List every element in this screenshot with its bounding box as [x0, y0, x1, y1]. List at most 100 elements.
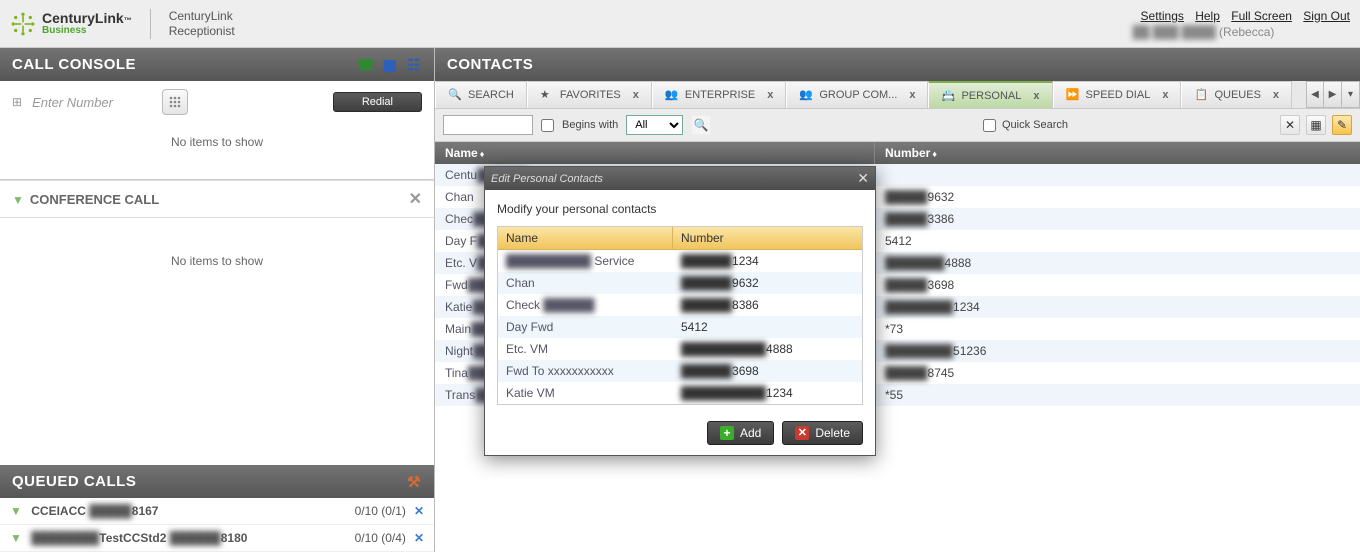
- queues-icon: 📋: [1194, 88, 1208, 102]
- modal-row[interactable]: Fwd To xxxxxxxxxxx██████3698: [498, 360, 862, 382]
- modal-table: Name Number ██████████ Service██████1234…: [497, 226, 863, 405]
- queue-row[interactable]: ▼ ████████TestCCStd2 ██████8180 0/10 (0/…: [0, 525, 434, 552]
- modal-row[interactable]: Check ████████████8386: [498, 294, 862, 316]
- call-console-title: CALL CONSOLE: [12, 56, 136, 73]
- tab-enterprise[interactable]: 👥ENTERPRISEx: [652, 81, 786, 108]
- chevron-down-icon: ▼: [10, 504, 22, 518]
- favorites-icon: ★: [540, 88, 554, 102]
- modal-col-name[interactable]: Name: [498, 227, 673, 249]
- speeddial-icon: ⏩: [1066, 88, 1080, 102]
- modal-row[interactable]: Katie VM██████████1234: [498, 382, 862, 404]
- table-icon[interactable]: ▦: [1306, 115, 1326, 135]
- conference-close-icon[interactable]: ✕: [409, 189, 422, 209]
- filter-bar: Begins with All 🔍 Quick Search ✕ ▦ ✎: [435, 109, 1360, 142]
- queued-calls-body: ▼ CCEIACC █████8167 0/10 (0/1)✕ ▼ ██████…: [0, 498, 434, 552]
- quick-search-checkbox[interactable]: [983, 119, 996, 132]
- queue-row[interactable]: ▼ CCEIACC █████8167 0/10 (0/1)✕: [0, 498, 434, 525]
- modal-title: Edit Personal Contacts: [491, 173, 603, 185]
- queued-calls-title: QUEUED CALLS: [12, 473, 136, 490]
- delete-button[interactable]: ✕Delete: [782, 421, 863, 445]
- tab-scroll-right[interactable]: ▶: [1324, 81, 1342, 108]
- tab-menu[interactable]: ▾: [1342, 81, 1360, 108]
- tab-scroll-left[interactable]: ◀: [1306, 81, 1324, 108]
- col-number[interactable]: Number♦: [875, 142, 1360, 164]
- call-console-header: CALL CONSOLE ☎ ▦ ☷: [0, 48, 434, 81]
- chevron-down-icon: ▼: [12, 193, 24, 207]
- begins-with-checkbox[interactable]: [541, 119, 554, 132]
- brand-name: CenturyLink: [42, 10, 124, 26]
- modal-row[interactable]: Day Fwd5412: [498, 316, 862, 338]
- queue-close-icon[interactable]: ✕: [414, 531, 424, 545]
- clear-icon[interactable]: ✕: [1280, 115, 1300, 135]
- modal-row[interactable]: Etc. VM██████████4888: [498, 338, 862, 360]
- conference-title: CONFERENCE CALL: [30, 192, 159, 207]
- tab-favorites[interactable]: ★FAVORITESx: [527, 81, 652, 108]
- close-icon[interactable]: x: [909, 89, 915, 101]
- queue-counts: 0/10 (0/4): [355, 531, 406, 545]
- contacts-title: CONTACTS: [447, 56, 533, 73]
- enterprise-icon: 👥: [665, 88, 679, 102]
- col-name[interactable]: Name♦: [435, 142, 875, 164]
- tab-personal[interactable]: 📇PERSONALx: [928, 81, 1052, 108]
- conference-body: No items to show: [0, 218, 434, 343]
- tab-search[interactable]: 🔍SEARCH: [435, 81, 527, 108]
- contacts-header: CONTACTS: [435, 48, 1360, 81]
- top-right: Settings Help Full Screen Sign Out ██ ██…: [1133, 9, 1350, 39]
- top-bar: CenturyLink™ Business CenturyLink Recept…: [0, 0, 1360, 48]
- conference-header[interactable]: ▼ CONFERENCE CALL ✕: [0, 180, 434, 218]
- modal-close-icon[interactable]: ✕: [857, 170, 869, 187]
- queue-settings-icon[interactable]: ⚒: [406, 474, 422, 490]
- dialpad-icon[interactable]: [162, 89, 188, 115]
- modal-message: Modify your personal contacts: [497, 202, 863, 216]
- edit-icon[interactable]: ✎: [1332, 115, 1352, 135]
- close-icon[interactable]: x: [767, 89, 773, 101]
- filter-field-select[interactable]: All: [626, 115, 683, 135]
- close-icon[interactable]: x: [633, 89, 639, 101]
- modal-col-number[interactable]: Number: [673, 227, 862, 249]
- call-console-empty: No items to show: [12, 115, 422, 173]
- tab-groupcom[interactable]: 👥GROUP COM...x: [786, 81, 928, 108]
- phone-status-icon[interactable]: ☎: [358, 57, 374, 73]
- brand-divider: [150, 9, 151, 39]
- queued-calls-header: QUEUED CALLS ⚒: [0, 465, 434, 498]
- modal-row[interactable]: ██████████ Service██████1234: [498, 250, 862, 272]
- redial-button[interactable]: Redial: [333, 92, 422, 112]
- link-settings[interactable]: Settings: [1141, 9, 1184, 23]
- quick-search-label: Quick Search: [1002, 119, 1068, 131]
- plus-icon: +: [720, 426, 734, 440]
- link-help[interactable]: Help: [1195, 9, 1220, 23]
- user-line: ██ ███ ████ (Rebecca): [1133, 25, 1350, 39]
- edit-personal-contacts-modal: Edit Personal Contacts ✕ Modify your per…: [484, 166, 876, 456]
- call-console-body: ⊞ Enter Number Redial No items to show: [0, 81, 434, 180]
- chevron-down-icon: ▼: [10, 531, 22, 545]
- modal-titlebar[interactable]: Edit Personal Contacts ✕: [485, 167, 875, 190]
- close-icon[interactable]: x: [1162, 89, 1168, 101]
- modal-row[interactable]: Chan██████9632: [498, 272, 862, 294]
- branding: CenturyLink™ Business CenturyLink Recept…: [10, 9, 235, 39]
- add-button[interactable]: +Add: [707, 421, 774, 445]
- search-button[interactable]: 🔍: [691, 115, 711, 135]
- tab-nav: ◀ ▶ ▾: [1306, 81, 1360, 108]
- enter-number-field[interactable]: Enter Number: [32, 95, 152, 110]
- grid-header: Name♦ Number♦: [435, 142, 1360, 164]
- app-title: CenturyLink Receptionist: [169, 9, 235, 38]
- logo: CenturyLink™ Business: [10, 11, 132, 37]
- x-icon: ✕: [795, 426, 809, 440]
- close-icon[interactable]: x: [1033, 90, 1039, 102]
- group-icon: 👥: [799, 88, 813, 102]
- tab-speeddial[interactable]: ⏩SPEED DIALx: [1053, 81, 1182, 108]
- modal-rows[interactable]: ██████████ Service██████1234Chan██████96…: [498, 250, 862, 404]
- dialpad-grid-icon: ⊞: [12, 95, 22, 109]
- personal-icon: 📇: [941, 89, 955, 103]
- close-icon[interactable]: x: [1273, 89, 1279, 101]
- begins-with-label: Begins with: [562, 119, 618, 131]
- link-signout[interactable]: Sign Out: [1303, 9, 1350, 23]
- filter-text-input[interactable]: [443, 115, 533, 135]
- contacts-tabs: 🔍SEARCH ★FAVORITESx 👥ENTERPRISEx 👥GROUP …: [435, 81, 1360, 109]
- history-icon[interactable]: ▦: [382, 57, 398, 73]
- queue-close-icon[interactable]: ✕: [414, 504, 424, 518]
- link-fullscreen[interactable]: Full Screen: [1231, 9, 1292, 23]
- list-icon[interactable]: ☷: [406, 57, 422, 73]
- queue-counts: 0/10 (0/1): [355, 504, 406, 518]
- tab-queues[interactable]: 📋QUEUESx: [1181, 81, 1292, 108]
